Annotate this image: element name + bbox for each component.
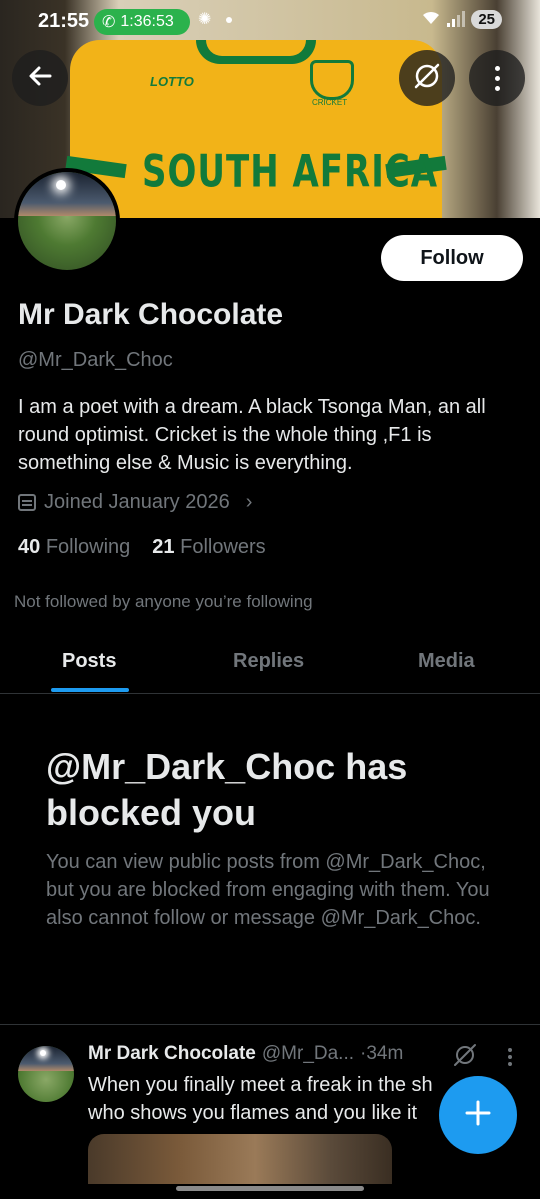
jersey-brand: LOTTO [150, 74, 194, 89]
following-link[interactable]: 40 Following [18, 536, 130, 559]
follow-button[interactable]: Follow [381, 235, 523, 281]
grok-icon [412, 61, 442, 96]
signal-icon [447, 11, 466, 27]
followers-link[interactable]: 21 Followers [152, 536, 265, 559]
status-right: 25 [421, 9, 502, 29]
profile-tabs: Posts Replies Media [0, 630, 540, 694]
chevron-right-icon: › [245, 491, 253, 513]
jersey-crest [310, 60, 354, 100]
blocked-title: @Mr_Dark_Choc has blocked you [46, 746, 408, 833]
notification-dot [226, 17, 232, 23]
followers-label: Followers [180, 536, 266, 558]
follow-counts: 40 Following 21 Followers [18, 536, 266, 559]
wifi-icon [421, 9, 441, 29]
call-timer-pill[interactable]: ✆ 1:36:53 [94, 9, 190, 35]
tab-posts[interactable]: Posts [62, 650, 116, 673]
post-grok-icon[interactable] [452, 1042, 478, 1073]
notification-icon: ✺ [198, 11, 212, 28]
joined-date[interactable]: Joined January 2026 › [18, 491, 252, 514]
battery-indicator: 25 [471, 9, 502, 29]
post-more-icon[interactable] [508, 1048, 512, 1066]
tab-media[interactable]: Media [418, 650, 475, 673]
grok-button[interactable] [399, 50, 455, 106]
back-arrow-icon [26, 62, 54, 95]
joined-text: Joined January 2026 [44, 491, 230, 513]
status-bar: 21:55 ✆ 1:36:53 ✺ 25 [0, 0, 540, 40]
profile-bio: I am a poet with a dream. A black Tsonga… [18, 396, 486, 474]
profile-name: Mr Dark Chocolate [18, 298, 284, 331]
jersey-country-text: SOUTH AFRICA [142, 146, 439, 198]
home-indicator[interactable] [176, 1186, 364, 1191]
divider [0, 1024, 540, 1025]
jersey-crest-text: CRICKET [312, 98, 348, 107]
following-count: 40 [18, 536, 41, 558]
tab-replies[interactable]: Replies [233, 650, 304, 673]
following-label: Following [45, 536, 131, 558]
post-header: Mr Dark Chocolate @Mr_Da... ·34m [88, 1043, 403, 1065]
active-tab-indicator [51, 688, 129, 692]
status-time: 21:55 [38, 10, 90, 32]
more-options-button[interactable] [469, 50, 525, 106]
post-text[interactable]: When you finally meet a freak in the sh … [88, 1071, 468, 1127]
more-vertical-icon [494, 65, 500, 91]
profile-avatar[interactable] [14, 168, 120, 274]
banner-jersey: LOTTO CRICKET SOUTH AFRICA [65, 40, 447, 218]
followers-count: 21 [152, 536, 175, 558]
post-text-line1: When you finally meet a freak in the sh [88, 1074, 433, 1096]
post-author-name[interactable]: Mr Dark Chocolate [88, 1043, 256, 1065]
post-time: ·34m [360, 1043, 404, 1064]
compose-button[interactable] [439, 1076, 517, 1154]
phone-icon: ✆ [102, 14, 116, 31]
post-author-handle[interactable]: @Mr_Da... [262, 1043, 354, 1065]
post-media[interactable] [88, 1134, 392, 1184]
call-timer: 1:36:53 [120, 13, 174, 30]
profile-handle: @Mr_Dark_Choc [18, 349, 173, 371]
blocked-message: You can view public posts from @Mr_Dark_… [46, 851, 490, 929]
post-avatar[interactable] [18, 1046, 74, 1102]
calendar-icon [18, 494, 36, 511]
plus-icon [463, 1098, 493, 1133]
not-followed-note: Not followed by anyone you’re following [14, 592, 313, 611]
back-button[interactable] [12, 50, 68, 106]
post-text-line2: who shows you flames and you like it [88, 1102, 418, 1124]
